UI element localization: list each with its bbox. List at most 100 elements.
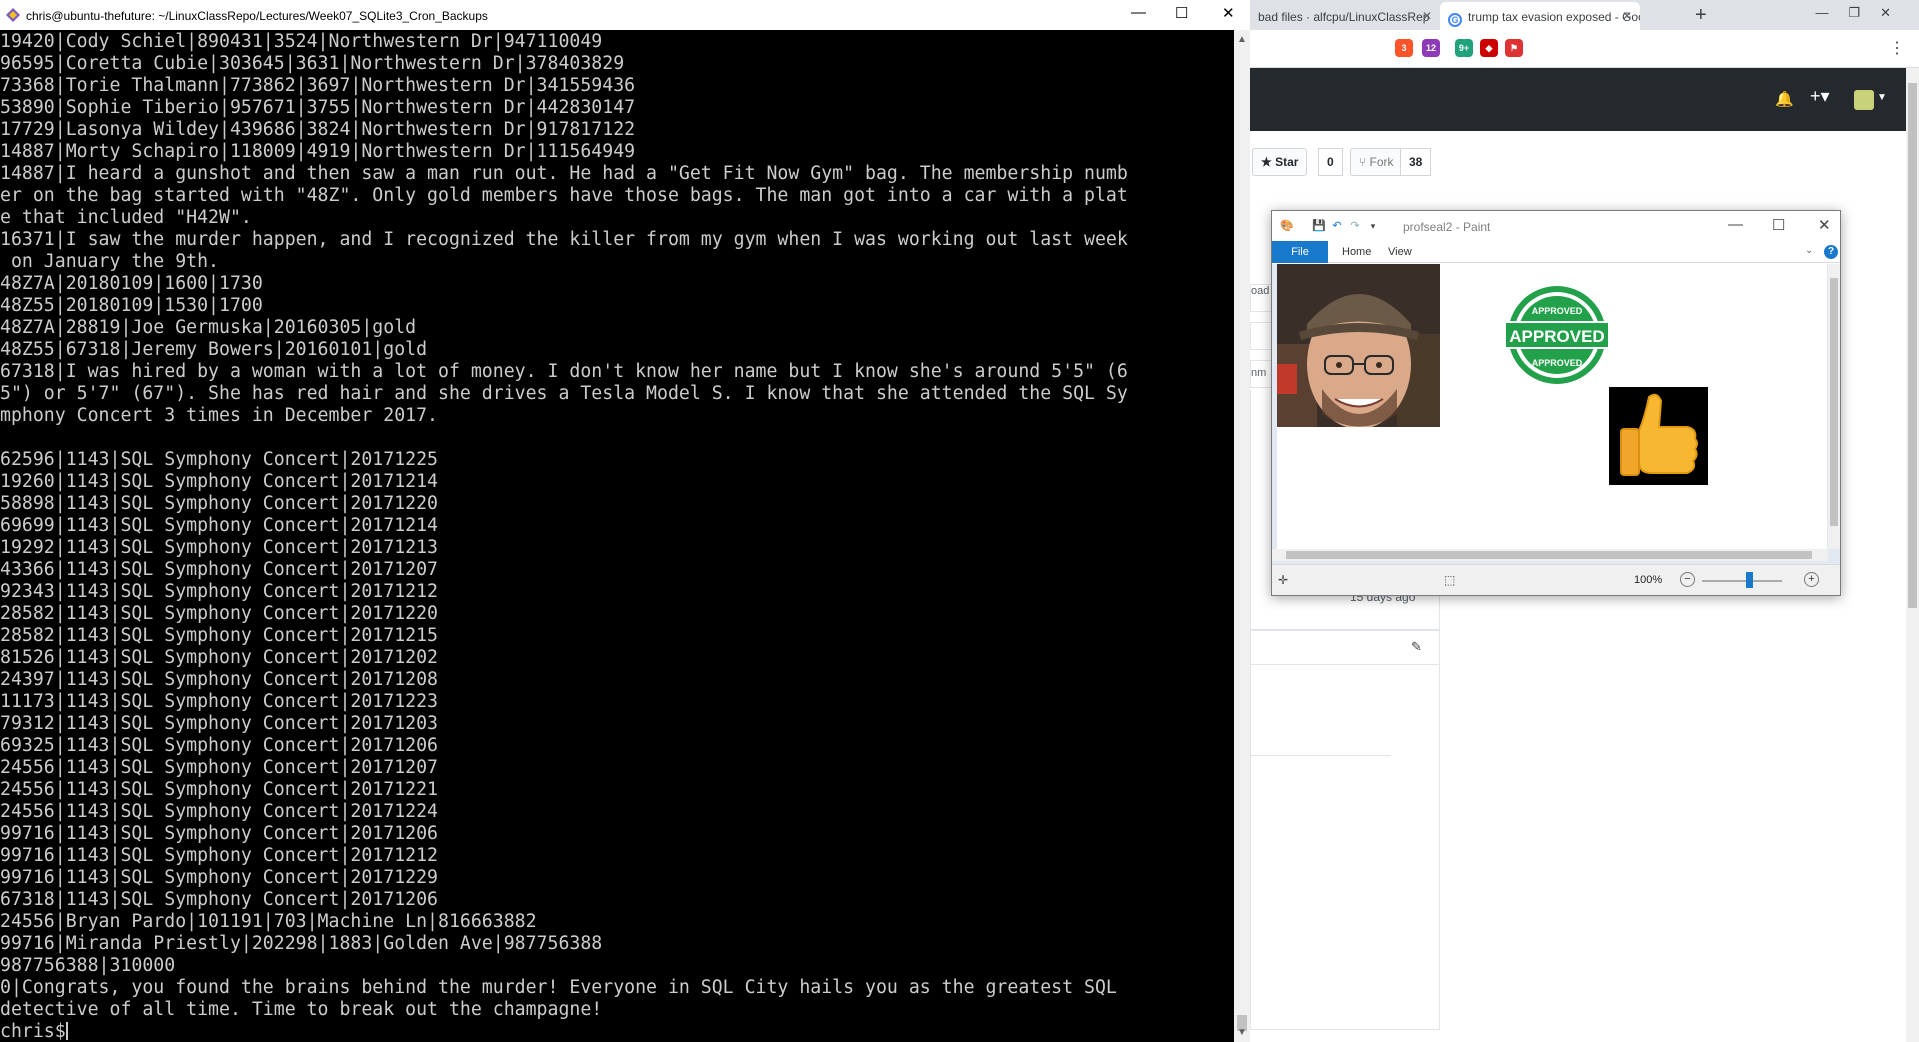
terminal-title: chris@ubuntu-thefuture: ~/LinuxClassRepo…	[26, 9, 488, 23]
branch-fragment[interactable]	[1250, 322, 1272, 350]
person-photo	[1277, 264, 1440, 427]
stamp-bottom-text: APPROVED	[1532, 358, 1583, 368]
terminal-line: e that included "H42W".	[0, 207, 252, 228]
tab-file[interactable]: File	[1272, 241, 1328, 263]
approved-stamp: APPROVED APPROVED APPROVED	[1504, 286, 1610, 384]
fork-button[interactable]: ⑂ Fork	[1350, 148, 1403, 176]
terminal-line: 58898|1143|SQL Symphony Concert|20171220	[0, 493, 438, 514]
maximize-icon[interactable]: ☐	[1175, 4, 1188, 22]
browser-toolbar: 3 12 9+ ◆ ⚑ ⋮	[1250, 30, 1919, 68]
terminal-line: 0|Congrats, you found the brains behind …	[0, 977, 1117, 998]
terminal-line: 43366|1143|SQL Symphony Concert|20171207	[0, 559, 438, 580]
scroll-up-icon[interactable]: ▲	[1237, 34, 1247, 45]
paint-horizontal-scrollbar[interactable]	[1272, 549, 1828, 561]
paint-statusbar: ✛ ⬚ 100% − +	[1272, 564, 1840, 595]
terminal-line: 28582|1143|SQL Symphony Concert|20171220	[0, 603, 438, 624]
readme-box: ✎	[1250, 630, 1440, 1030]
paint-hscroll-thumb[interactable]	[1286, 551, 1812, 559]
terminal-line: detective of all time. Time to break out…	[0, 999, 603, 1020]
terminal-prompt[interactable]: chris$	[0, 1021, 1234, 1042]
terminal-line: 24556|1143|SQL Symphony Concert|20171207	[0, 757, 438, 778]
browser-menu-icon[interactable]: ⋮	[1889, 38, 1905, 58]
fork-count[interactable]: 38	[1400, 148, 1432, 176]
terminal-titlebar[interactable]: chris@ubuntu-thefuture: ~/LinuxClassRepo…	[0, 0, 1250, 30]
star-icon: ★	[1261, 155, 1272, 169]
paint-maximize-icon[interactable]: ☐	[1772, 216, 1785, 234]
close-tab-icon[interactable]: ✕	[1422, 9, 1432, 23]
google-icon: G	[1448, 13, 1462, 27]
zoom-level: 100%	[1634, 574, 1663, 586]
help-icon[interactable]: ?	[1824, 245, 1838, 259]
terminal-line: 99716|1143|SQL Symphony Concert|20171206	[0, 823, 438, 844]
cursor-position-icon: ✛	[1278, 573, 1289, 587]
terminal-line: 53890|Sophie Tiberio|957671|3755|Northwe…	[0, 97, 636, 118]
stamp-top-text: APPROVED	[1532, 306, 1583, 316]
terminal-line: 19260|1143|SQL Symphony Concert|20171214	[0, 471, 438, 492]
upload-fragment[interactable]: oad	[1250, 284, 1272, 312]
terminal-line: 987756388|310000	[0, 955, 176, 976]
chevron-down-icon[interactable]: ▼	[1877, 92, 1887, 103]
zoom-slider-knob[interactable]	[1746, 572, 1753, 588]
minimize-icon[interactable]: —	[1131, 4, 1146, 21]
browser-window-controls[interactable]: —❐✕	[1815, 5, 1911, 21]
browser-tab-2-label: trump tax evasion exposed - Goog	[1468, 10, 1640, 24]
avatar[interactable]	[1854, 90, 1874, 110]
new-tab-button[interactable]: +	[1695, 4, 1707, 27]
extension-icon[interactable]: 9+	[1455, 39, 1473, 57]
edit-pencil-icon[interactable]: ✎	[1411, 639, 1422, 655]
star-count[interactable]: 0	[1318, 148, 1343, 176]
plus-icon[interactable]: +▾	[1810, 86, 1830, 107]
scroll-down-icon[interactable]: ▼	[1237, 1027, 1247, 1038]
terminal-line: 99716|1143|SQL Symphony Concert|20171229	[0, 867, 438, 888]
browser-scroll-thumb[interactable]	[1908, 83, 1917, 608]
customize-toolbar-icon[interactable]: ▾	[1366, 219, 1380, 233]
browser-tab-1-label: bad files · alfcpu/LinuxClassRep	[1258, 10, 1430, 24]
terminal-line: 48Z7A|20180109|1600|1730	[0, 273, 263, 294]
ribbon-collapse-icon[interactable]: ⌄	[1805, 245, 1813, 256]
terminal-output[interactable]: 19420|Cody Schiel|890431|3524|Northweste…	[0, 31, 1234, 1042]
redo-icon[interactable]: ↷	[1348, 219, 1362, 233]
terminal-line: 69699|1143|SQL Symphony Concert|20171214	[0, 515, 438, 536]
terminal-app-icon	[6, 8, 20, 22]
paint-vscroll-thumb[interactable]	[1830, 278, 1838, 526]
bell-icon[interactable]: 🔔	[1775, 90, 1794, 108]
terminal-line: 62596|1143|SQL Symphony Concert|20171225	[0, 449, 438, 470]
terminal-line: on January the 9th.	[0, 251, 219, 272]
paint-minimize-icon[interactable]: —	[1728, 216, 1743, 233]
browser-scrollbar[interactable]	[1906, 68, 1919, 1042]
star-button[interactable]: ★ Star	[1252, 148, 1308, 176]
zoom-out-button[interactable]: −	[1680, 572, 1695, 587]
terminal-line: 48Z55|20180109|1530|1700	[0, 295, 263, 316]
terminal-line: 24556|1143|SQL Symphony Concert|20171221	[0, 779, 438, 800]
zoom-slider[interactable]	[1702, 580, 1782, 582]
tab-view[interactable]: View	[1388, 246, 1412, 258]
terminal-line: mphony Concert 3 times in December 2017.	[0, 405, 438, 426]
terminal-scrollbar[interactable]: ▲ ▼	[1234, 30, 1250, 1042]
close-icon[interactable]: ✕	[1222, 4, 1235, 22]
terminal-line: 5") or 5'7" (67"). She has red hair and …	[0, 383, 1128, 404]
terminal-line: er on the bag started with "48Z". Only g…	[0, 185, 1128, 206]
paint-canvas[interactable]: APPROVED APPROVED APPROVED	[1277, 264, 1827, 549]
tab-home[interactable]: Home	[1342, 246, 1371, 258]
browser-tab-2[interactable]: Gtrump tax evasion exposed - Goog ✕	[1440, 2, 1640, 30]
terminal-line: 69325|1143|SQL Symphony Concert|20171206	[0, 735, 438, 756]
paint-canvas-area: APPROVED APPROVED APPROVED	[1272, 264, 1840, 564]
paint-window[interactable]: 🎨 💾 ↶ ↷ ▾ profseal2 - Paint — ☐ ✕ File H…	[1271, 210, 1841, 596]
brave-shield-icon[interactable]: 3	[1395, 39, 1413, 57]
paint-titlebar[interactable]: 🎨 💾 ↶ ↷ ▾ profseal2 - Paint — ☐ ✕	[1272, 211, 1840, 241]
undo-icon[interactable]: ↶	[1330, 219, 1344, 233]
save-icon[interactable]: 💾	[1312, 219, 1326, 233]
terminal-window[interactable]: chris@ubuntu-thefuture: ~/LinuxClassRepo…	[0, 0, 1250, 1042]
close-tab-icon[interactable]: ✕	[1622, 9, 1632, 23]
paint-close-icon[interactable]: ✕	[1818, 216, 1831, 234]
ublock-icon[interactable]: ◆	[1480, 39, 1498, 57]
rewards-icon[interactable]: 12	[1422, 39, 1440, 57]
paint-vertical-scrollbar[interactable]	[1828, 264, 1840, 549]
github-header: 🔔 +▾ ▼	[1250, 68, 1919, 131]
paint-app-icon: 🎨	[1280, 220, 1294, 232]
lastpass-icon[interactable]: ⚑	[1505, 39, 1523, 57]
browser-tab-1[interactable]: bad files · alfcpu/LinuxClassRep ✕	[1250, 2, 1440, 30]
terminal-line: 48Z7A|28819|Joe Germuska|20160305|gold	[0, 317, 417, 338]
zoom-in-button[interactable]: +	[1804, 572, 1819, 587]
